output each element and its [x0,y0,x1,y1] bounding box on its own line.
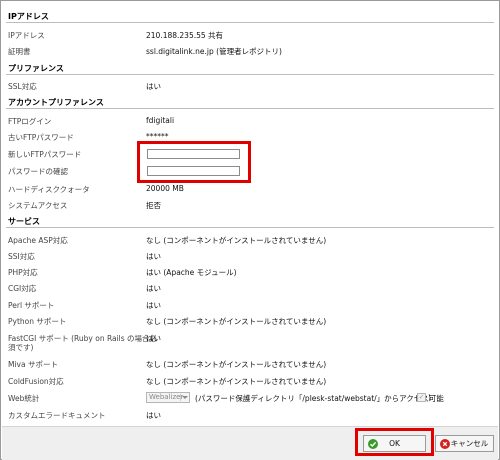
section-preferences: プリファレンス [8,64,64,73]
section-divider [6,108,494,109]
perl-label: Perl サポート [8,301,55,310]
web-stats-select-value: Webalizer [149,393,184,401]
custom-error-doc-value: はい [146,411,161,420]
section-services: サービス [8,217,40,226]
miva-label: Miva サポート [8,360,58,369]
ssi-label: SSI対応 [8,252,35,261]
highlight-box-password [137,141,251,183]
section-divider [6,227,494,228]
ftp-login-label: FTPログイン [8,117,52,126]
ip-label: IPアドレス [8,31,45,40]
old-password-label: 古いFTPパスワード [8,133,74,142]
perl-value: はい [146,301,161,310]
old-password-value: ****** [146,132,169,141]
apache-asp-label: Apache ASP対応 [8,236,68,245]
coldfusion-label: ColdFusion対応 [8,377,64,386]
php-label: PHP対応 [8,268,38,277]
apache-asp-value: なし (コンポーネントがインストールされていません) [146,236,327,245]
coldfusion-value: なし (コンポーネントがインストールされていません) [146,377,327,386]
web-stats-checkbox[interactable]: ✓ [417,393,426,402]
section-divider [6,74,494,75]
web-stats-label: Web統計 [8,394,40,403]
python-label: Python サポート [8,317,67,326]
fastcgi-label-line2: 須です) [8,343,34,352]
ip-value: 210.188.235.55 共有 [146,31,224,40]
custom-error-doc-label: カスタムエラードキュメント [8,411,106,420]
fastcgi-value: はい [146,334,161,343]
highlight-box-ok [355,428,434,456]
new-password-label: 新しいFTPパスワード [8,150,82,159]
web-stats-select[interactable]: Webalizer [146,392,190,403]
php-value: はい (Apache モジュール) [146,268,237,277]
quota-value: 20000 MB [146,184,184,193]
cancel-label: キャンセル [450,439,489,448]
quota-label: ハードディスククォータ [8,185,90,194]
miva-value: なし (コンポーネントがインストールされていません) [146,360,327,369]
ssi-value: はい [146,252,161,261]
ftp-login-value: fdigitali [146,116,175,125]
cert-label: 証明書 [8,47,31,56]
python-value: なし (コンポーネントがインストールされていません) [146,317,327,326]
system-access-value: 拒否 [146,201,161,210]
confirm-password-label: パスワードの確認 [8,167,68,176]
cert-value: ssl.digitalink.ne.jp (管理者レポジトリ) [146,47,282,56]
ssl-label: SSL対応 [8,82,37,91]
ssl-value: はい [146,82,161,91]
section-divider [6,22,494,23]
section-ip: IPアドレス [8,12,49,21]
web-stats-note-end: ) [428,393,431,402]
cancel-button[interactable]: キャンセル [435,435,494,452]
web-stats-note: (パスワード保護ディレクトリ「/plesk-stat/webstat/」からアク… [195,394,444,403]
cgi-label: CGI対応 [8,284,37,293]
section-account: アカウントプリファレンス [8,98,104,107]
settings-panel: IPアドレス IPアドレス 210.188.235.55 共有 証明書 ssl.… [0,0,500,460]
system-access-label: システムアクセス [8,201,68,210]
chevron-down-icon [180,394,188,401]
cgi-value: はい [146,284,161,293]
